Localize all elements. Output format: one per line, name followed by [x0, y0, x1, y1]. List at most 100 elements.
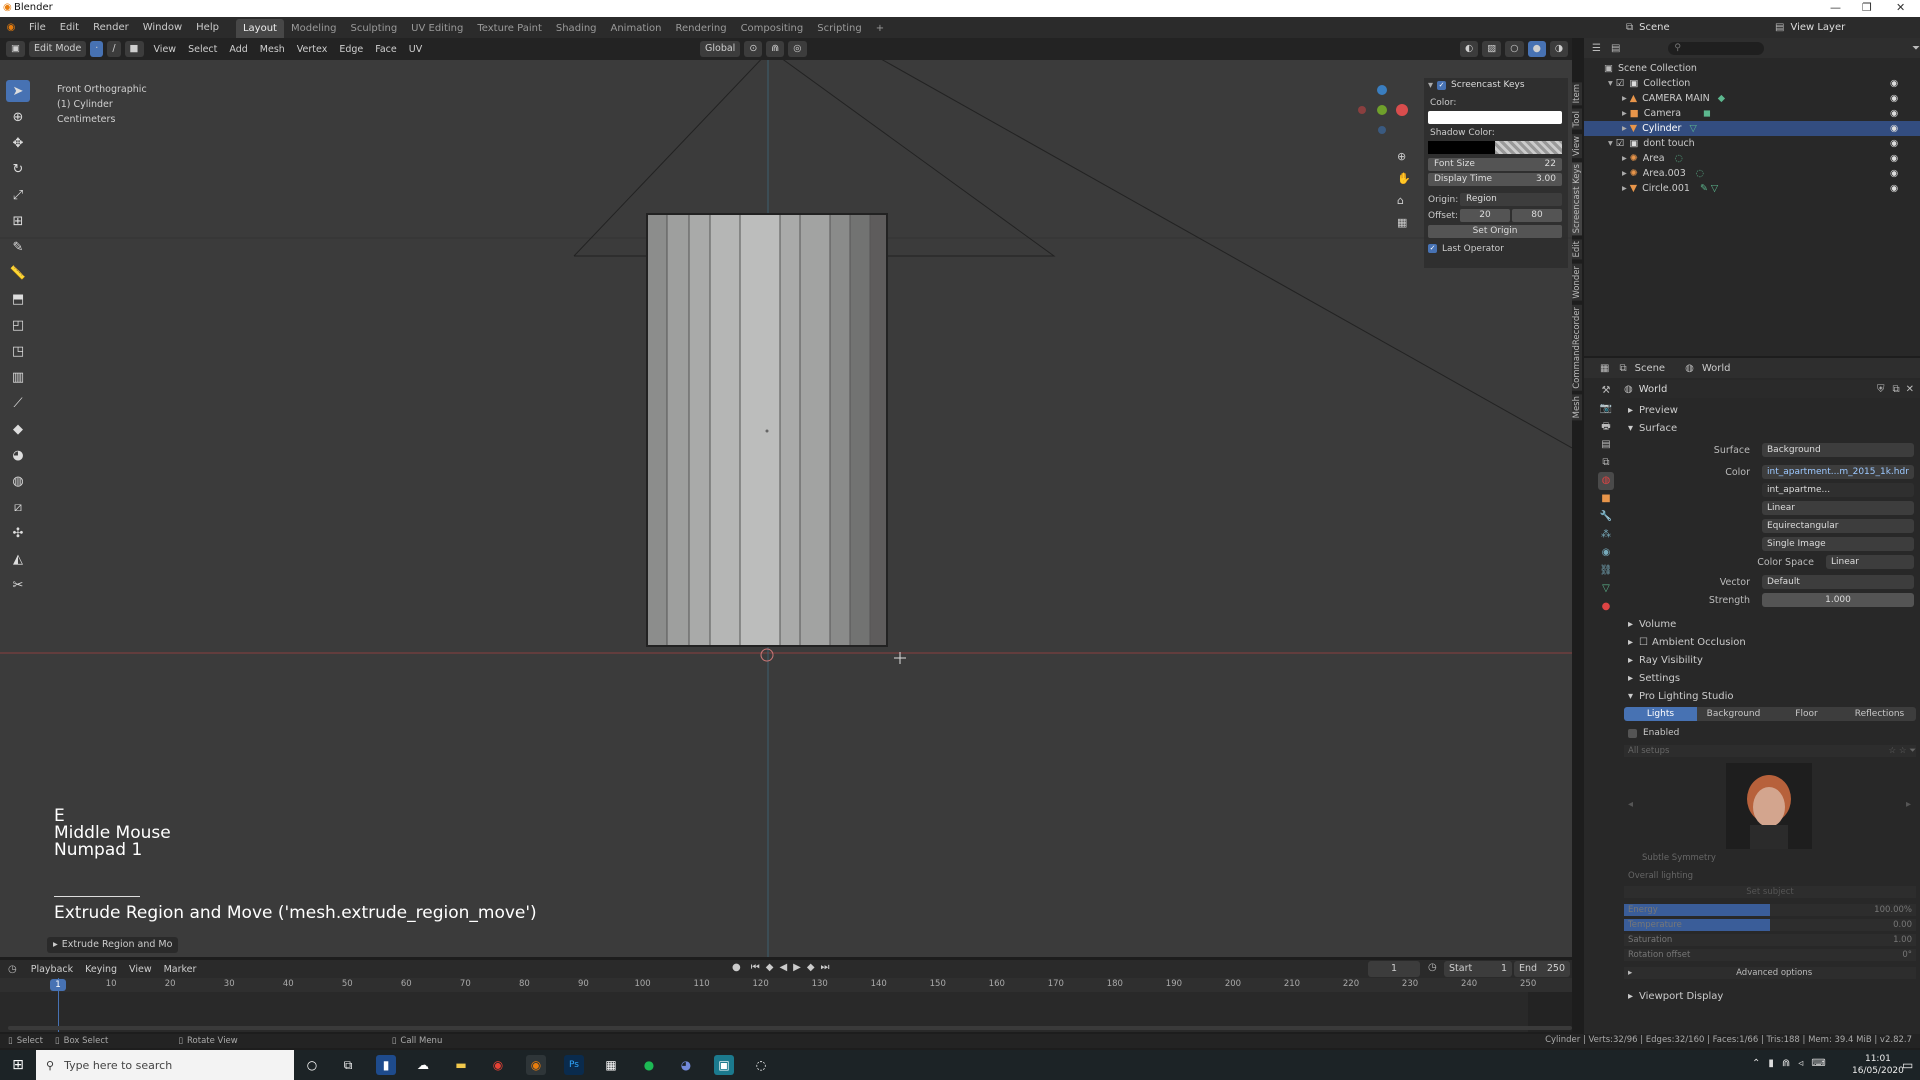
screencast-enable-checkbox[interactable]: ✓ — [1437, 80, 1447, 90]
navigation-gizmo[interactable] — [1352, 80, 1412, 140]
visibility-eye-icon[interactable]: ◉ — [1890, 153, 1898, 164]
tab-animation[interactable]: Animation — [604, 19, 669, 38]
constraints-tab-icon[interactable]: ⛓ — [1598, 562, 1614, 580]
outliner-row-camera-main[interactable]: ▸ ▲ CAMERA MAIN ◆ ◉ — [1584, 91, 1920, 106]
material-shading-icon[interactable]: ◑ — [1549, 41, 1569, 57]
pls-setups-dropdown[interactable]: All setups — [1624, 746, 1889, 756]
calculator-icon[interactable]: ▦ — [601, 1055, 621, 1075]
tab-shading[interactable]: Shading — [549, 19, 604, 38]
advanced-options-button[interactable]: ▸ Advanced options — [1624, 967, 1916, 979]
display-time-field[interactable]: Display Time 3.00 — [1428, 173, 1562, 186]
surface-dropdown[interactable]: Background — [1762, 443, 1914, 457]
visibility-eye-icon[interactable]: ◉ — [1890, 123, 1898, 134]
shadow-color-swatch[interactable] — [1428, 141, 1562, 154]
tab-uv-editing[interactable]: UV Editing — [404, 19, 470, 38]
app-icon-2[interactable]: ☁ — [413, 1055, 433, 1075]
app-icon-1[interactable]: ▮ — [376, 1055, 396, 1075]
visibility-eye-icon[interactable]: ◉ — [1890, 93, 1898, 104]
menu-face[interactable]: Face — [369, 44, 402, 55]
tab-tool[interactable]: Tool — [1572, 109, 1582, 130]
adjust-last-operation-panel[interactable]: ▸ Extrude Region and Mo — [47, 937, 179, 953]
tray-expand-icon[interactable]: ⌃ — [1752, 1058, 1760, 1069]
play-icon[interactable]: ▶ — [793, 962, 801, 973]
menu-edge[interactable]: Edge — [333, 44, 369, 55]
menu-select[interactable]: Select — [182, 44, 223, 55]
annotate-tool-icon[interactable]: ✎ — [6, 236, 30, 258]
visibility-eye-icon[interactable]: ◉ — [1890, 183, 1898, 194]
scale-tool-icon[interactable]: ⤢ — [6, 184, 30, 206]
tab-sculpting[interactable]: Sculpting — [343, 19, 404, 38]
record-icon[interactable]: ● — [732, 962, 741, 973]
outliner-editor-icon[interactable]: ☰ — [1592, 43, 1601, 54]
notifications-icon[interactable]: ▭ — [1902, 1058, 1913, 1072]
cortana-icon[interactable]: ○ — [302, 1055, 322, 1075]
add-workspace-button[interactable]: + — [869, 19, 891, 38]
section-surface[interactable]: ▾ Surface — [1620, 419, 1920, 437]
prev-keyframe-icon[interactable]: ◆ — [766, 962, 774, 973]
image-datablock-field[interactable]: int_apartme... — [1762, 483, 1914, 497]
collapse-icon[interactable]: ▾ — [1428, 80, 1433, 91]
section-preview[interactable]: ▸ Preview — [1620, 401, 1920, 419]
outliner-row-collection[interactable]: ▾ ☑ ▣ Collection ◉ — [1584, 76, 1920, 91]
filter-icon[interactable]: ⏷ — [1912, 43, 1920, 54]
blender-taskbar-icon[interactable]: ◉ — [526, 1055, 546, 1075]
tab-mesh[interactable]: Mesh — [1572, 394, 1582, 421]
star-icon[interactable]: ☆ ☆ ⏷ — [1889, 746, 1916, 756]
source-dropdown[interactable]: Single Image — [1762, 537, 1914, 551]
pivot-icon[interactable]: ⊙ — [744, 41, 763, 57]
properties-editor-icon[interactable]: ▦ — [1600, 363, 1609, 374]
data-tab-icon[interactable]: ▽ — [1598, 580, 1614, 598]
section-ambient-occlusion[interactable]: ▸ ☐ Ambient Occlusion — [1620, 633, 1920, 651]
unlink-icon[interactable]: ✕ — [1906, 384, 1914, 395]
windows-start-icon[interactable]: ⊞ — [8, 1055, 28, 1075]
menu-file[interactable]: File — [22, 17, 53, 38]
taskbar-search[interactable]: ⚲ Type here to search — [36, 1050, 294, 1080]
menu-vertex[interactable]: Vertex — [291, 44, 334, 55]
inset-tool-icon[interactable]: ◰ — [6, 314, 30, 336]
select-tool-icon[interactable]: ➤ — [6, 80, 30, 102]
set-origin-button[interactable]: Set Origin — [1428, 225, 1562, 238]
menu-marker[interactable]: Marker — [158, 964, 203, 975]
pls-slider[interactable]: Temperature 0.00 — [1624, 919, 1916, 931]
grid-view-icon[interactable]: ▦ — [1397, 212, 1411, 234]
frame-ruler[interactable]: 1102030405060708090100110120130140150160… — [0, 978, 1572, 992]
tab-compositing[interactable]: Compositing — [734, 19, 811, 38]
section-viewport-display[interactable]: ▸ Viewport Display — [1620, 987, 1920, 1005]
tab-item[interactable]: Item — [1572, 82, 1582, 106]
tab-wonder[interactable]: Wonder — [1572, 263, 1582, 301]
section-pro-lighting-studio[interactable]: ▾ Pro Lighting Studio — [1620, 687, 1920, 705]
prev-setup-icon[interactable]: ◂ — [1628, 799, 1633, 810]
color-swatch[interactable] — [1428, 111, 1562, 124]
world-tab-icon[interactable]: ◍ — [1598, 472, 1614, 490]
app-icon-3[interactable]: ▣ — [714, 1055, 734, 1075]
menu-render[interactable]: Render — [86, 17, 136, 38]
menu-view[interactable]: View — [148, 44, 183, 55]
pls-tab-floor[interactable]: Floor — [1770, 707, 1843, 721]
outliner-row-dont-touch[interactable]: ▾ ☑ ▣ dont touch ◉ — [1584, 136, 1920, 151]
task-view-icon[interactable]: ⧉ — [338, 1055, 358, 1075]
loop-cut-tool-icon[interactable]: ▥ — [6, 366, 30, 388]
section-volume[interactable]: ▸ Volume — [1620, 615, 1920, 633]
measure-tool-icon[interactable]: 📏 — [6, 262, 30, 284]
volume-icon[interactable]: ◃ — [1798, 1058, 1803, 1069]
scene-tab-icon[interactable]: ⧉ — [1598, 454, 1614, 472]
physics-tab-icon[interactable]: ◉ — [1598, 544, 1614, 562]
menu-uv[interactable]: UV — [403, 44, 428, 55]
breadcrumb-world[interactable]: World — [1702, 363, 1731, 374]
transform-tool-icon[interactable]: ⊞ — [6, 210, 30, 232]
outliner-row-scene-collection[interactable]: ▣ Scene Collection — [1584, 61, 1920, 76]
pls-tab-reflections[interactable]: Reflections — [1843, 707, 1916, 721]
wireframe-shading-icon[interactable]: ○ — [1505, 41, 1524, 57]
rip-tool-icon[interactable]: ✂ — [6, 574, 30, 596]
knife-tool-icon[interactable]: ⟋ — [6, 392, 30, 414]
object-tab-icon[interactable]: ■ — [1598, 490, 1614, 508]
current-frame-field[interactable]: 1 — [1368, 961, 1420, 977]
material-tab-icon[interactable]: ● — [1598, 598, 1614, 616]
offset-y-field[interactable]: 80 — [1512, 209, 1562, 222]
outliner-row-cylinder[interactable]: ▸ ▼ Cylinder ▽ ◉ — [1584, 121, 1920, 136]
tab-scripting[interactable]: Scripting — [810, 19, 868, 38]
world-name-field[interactable]: World — [1639, 384, 1877, 395]
move-tool-icon[interactable]: ✥ — [6, 132, 30, 154]
menu-keying[interactable]: Keying — [79, 964, 123, 975]
font-size-field[interactable]: Font Size 22 — [1428, 158, 1562, 171]
